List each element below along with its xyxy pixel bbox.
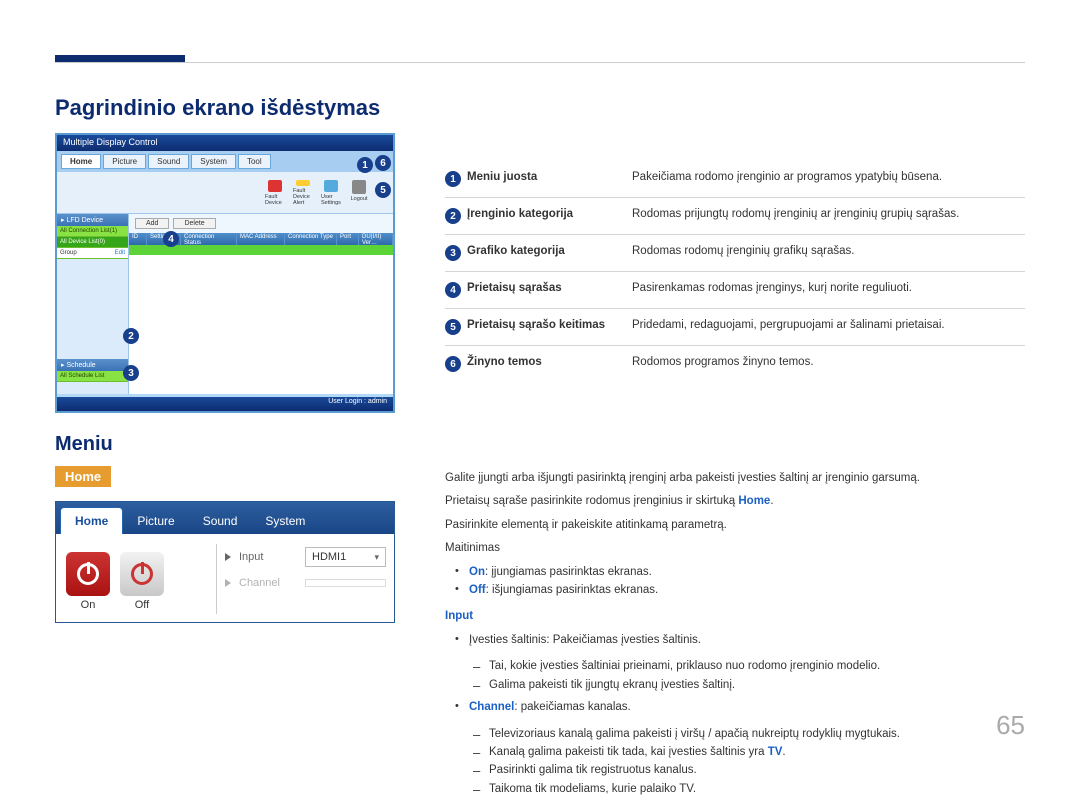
channel-row: Channel bbox=[225, 570, 386, 596]
tab-sound[interactable]: Sound bbox=[148, 154, 189, 169]
input-label: Input bbox=[239, 551, 299, 563]
legend-desc: Pridedami, redaguojami, pergrupuojami ar… bbox=[632, 319, 1025, 331]
tab-system[interactable]: System bbox=[191, 154, 236, 169]
desc-p4: Maitinimas bbox=[445, 540, 1025, 557]
tab2-sound[interactable]: Sound bbox=[189, 508, 252, 534]
legend-num: 2 bbox=[445, 208, 461, 224]
legend-table: 1 Meniu juostaPakeičiama rodomo įrenginio… bbox=[445, 161, 1025, 382]
marker-5: 5 bbox=[375, 182, 391, 198]
sidebar-all-connection[interactable]: All Connection List(1) bbox=[57, 226, 128, 237]
logout-icon[interactable]: Logout bbox=[349, 180, 369, 206]
header-accent bbox=[55, 55, 185, 62]
page-title: Pagrindinio ekrano išdėstymas bbox=[55, 95, 1025, 121]
power-icon bbox=[131, 563, 153, 585]
fault-device-icon[interactable]: Fault Device bbox=[265, 180, 285, 206]
window-title-bar: Multiple Display Control bbox=[57, 135, 393, 151]
input-sub-a: Tai, kokie įvesties šaltiniai prieinami,… bbox=[473, 657, 1025, 675]
channel-sub-d: Taikoma tik modeliams, kurie palaiko TV. bbox=[473, 780, 1025, 798]
legend-row: 1 Meniu juostaPakeičiama rodomo įrenginio… bbox=[445, 161, 1025, 198]
power-off-button[interactable] bbox=[120, 552, 164, 596]
legend-row: 6 Žinyno temosRodomos programos žinyno te… bbox=[445, 346, 1025, 382]
channel-item: Channel: pakeičiamas kanalas. bbox=[455, 698, 1025, 716]
marker-2: 2 bbox=[123, 328, 139, 344]
fault-alert-icon[interactable]: Fault Device Alert bbox=[293, 180, 313, 206]
tab-home[interactable]: Home bbox=[61, 154, 101, 169]
legend-term: Meniu juosta bbox=[467, 171, 632, 183]
tab2-home[interactable]: Home bbox=[60, 507, 123, 534]
power-on-label: On bbox=[81, 599, 96, 611]
input-row: Input HDMI1 bbox=[225, 544, 386, 570]
home-tab-screenshot: Home Picture Sound System On Off bbox=[55, 501, 395, 623]
channel-sub-a: Televizoriaus kanalą galima pakeisti į v… bbox=[473, 725, 1025, 743]
legend-desc: Rodomos programos žinyno temos. bbox=[632, 356, 1025, 368]
header-rule bbox=[55, 62, 1025, 63]
input-source-item: Įvesties šaltinis: Pakeičiamas įvesties … bbox=[455, 631, 1025, 649]
legend-num: 3 bbox=[445, 245, 461, 261]
legend-term: Žinyno temos bbox=[467, 356, 632, 368]
tab-picture[interactable]: Picture bbox=[103, 154, 146, 169]
legend-desc: Rodomas prijungtų rodomų įrenginių ar įr… bbox=[632, 208, 1025, 220]
menu-heading: Meniu bbox=[55, 433, 395, 456]
legend-row: 5 Prietaisų sąrašo keitimasPridedami, red… bbox=[445, 309, 1025, 346]
triangle-icon bbox=[225, 579, 231, 587]
home-section-label: Home bbox=[55, 466, 111, 487]
marker-6: 6 bbox=[375, 155, 391, 171]
power-on-button[interactable] bbox=[66, 552, 110, 596]
power-buttons: On Off bbox=[56, 534, 216, 624]
toolbar: Fault Device Fault Device Alert User Set… bbox=[57, 172, 393, 214]
triangle-icon bbox=[225, 553, 231, 561]
desc-off: Off: išjungiamas pasirinktas ekranas. bbox=[455, 581, 1025, 599]
sidebar-all-schedule[interactable]: All Schedule List bbox=[57, 371, 128, 382]
input-sub-b: Galima pakeisti tik įjungtų ekranų įvest… bbox=[473, 676, 1025, 694]
channel-sub-b: Kanalą galima pakeisti tik tada, kai įve… bbox=[473, 743, 1025, 761]
input-heading: Input bbox=[445, 608, 1025, 625]
tab2-picture[interactable]: Picture bbox=[123, 508, 188, 534]
legend-term: Įrenginio kategorija bbox=[467, 208, 632, 220]
sidebar-all-device[interactable]: All Device List(0) bbox=[57, 237, 128, 248]
channel-label: Channel bbox=[239, 577, 299, 589]
legend-desc: Rodomas rodomų įrenginių grafikų sąrašas… bbox=[632, 245, 1025, 257]
user-settings-icon[interactable]: User Settings bbox=[321, 180, 341, 206]
main-layout-screenshot: Multiple Display Control Home Picture So… bbox=[55, 133, 395, 413]
input-select[interactable]: HDMI1 bbox=[305, 547, 386, 567]
sidebar-schedule-header[interactable]: ▸ Schedule bbox=[57, 359, 128, 371]
marker-1: 1 bbox=[357, 157, 373, 173]
marker-4: 4 bbox=[163, 231, 179, 247]
desc-on: On: įjungiamas pasirinktas ekranas. bbox=[455, 563, 1025, 581]
status-bar: User Login : admin bbox=[57, 397, 393, 411]
power-icon bbox=[77, 563, 99, 585]
legend-row: 2 Įrenginio kategorijaRodomas prijungtų r… bbox=[445, 198, 1025, 235]
legend-row: 3 Grafiko kategorijaRodomas rodomų įrengi… bbox=[445, 235, 1025, 272]
description-block: Galite įjungti arba išjungti pasirinktą … bbox=[445, 470, 1025, 798]
home-tabs: Home Picture Sound System bbox=[56, 502, 394, 534]
tab2-system[interactable]: System bbox=[251, 508, 319, 534]
legend-desc: Pasirenkamas rodomas įrenginys, kurį nor… bbox=[632, 282, 1025, 294]
legend-num: 6 bbox=[445, 356, 461, 372]
marker-3: 3 bbox=[123, 365, 139, 381]
sidebar-group-row[interactable]: GroupEdit bbox=[57, 248, 128, 259]
legend-desc: Pakeičiama rodomo įrenginio ar programos… bbox=[632, 171, 1025, 183]
channel-sub-c: Pasirinkti galima tik registruotus kanal… bbox=[473, 761, 1025, 779]
power-off-label: Off bbox=[135, 599, 149, 611]
desc-p1: Galite įjungti arba išjungti pasirinktą … bbox=[445, 470, 1025, 487]
legend-num: 1 bbox=[445, 171, 461, 187]
sidebar: ▸ LFD Device All Connection List(1) All … bbox=[57, 214, 129, 394]
add-button[interactable]: Add bbox=[135, 218, 169, 229]
delete-button[interactable]: Delete bbox=[173, 218, 215, 229]
legend-num: 4 bbox=[445, 282, 461, 298]
legend-term: Prietaisų sąrašo keitimas bbox=[467, 319, 632, 331]
sidebar-lfd-header[interactable]: ▸ LFD Device bbox=[57, 214, 128, 226]
legend-row: 4 Prietaisų sąrašasPasirenkamas rodomas į… bbox=[445, 272, 1025, 309]
desc-p3: Pasirinkite elementą ir pakeiskite atiti… bbox=[445, 517, 1025, 534]
legend-num: 5 bbox=[445, 319, 461, 335]
legend-term: Prietaisų sąrašas bbox=[467, 282, 632, 294]
legend-term: Grafiko kategorija bbox=[467, 245, 632, 257]
tab-tool[interactable]: Tool bbox=[238, 154, 271, 169]
input-rows: Input HDMI1 Channel bbox=[217, 534, 394, 624]
page-number: 65 bbox=[996, 710, 1025, 741]
channel-value bbox=[305, 579, 386, 587]
menu-bar: Home Picture Sound System Tool bbox=[57, 151, 393, 172]
desc-p2: Prietaisų sąraše pasirinkite rodomus įre… bbox=[445, 493, 1025, 510]
